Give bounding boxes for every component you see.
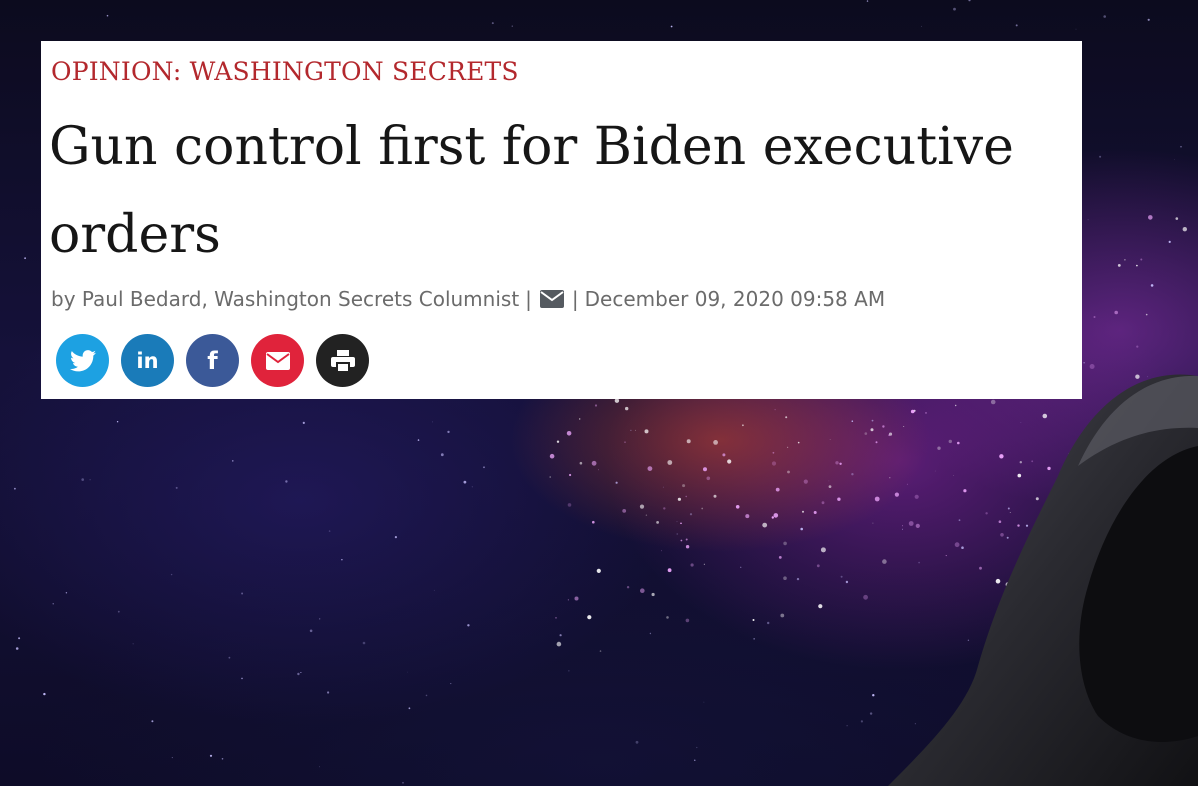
publish-date: December 09, 2020 09:58 AM [584,287,886,311]
section-kicker-link[interactable]: OPINION: WASHINGTON SECRETS [51,57,519,86]
linkedin-share-button[interactable]: in [121,334,174,387]
printer-icon [330,349,355,372]
article-header-card: OPINION: WASHINGTON SECRETS Gun control … [41,41,1082,399]
facebook-icon: f [207,346,218,375]
article-headline: Gun control first for Biden executive or… [49,117,1014,265]
email-author-icon[interactable] [539,290,564,308]
twitter-icon [69,349,96,371]
envelope-icon [265,351,290,370]
linkedin-icon: in [136,348,159,373]
print-button[interactable] [316,334,369,387]
byline: by Paul Bedard, Washington Secrets Colum… [51,287,885,311]
author-byline[interactable]: by Paul Bedard, Washington Secrets Colum… [51,287,519,311]
byline-separator: | [525,287,532,311]
share-bar: in f [56,334,369,387]
date-separator: | [571,287,579,311]
twitter-share-button[interactable] [56,334,109,387]
email-share-button[interactable] [251,334,304,387]
facebook-share-button[interactable]: f [186,334,239,387]
hooded-figure [888,374,1198,786]
